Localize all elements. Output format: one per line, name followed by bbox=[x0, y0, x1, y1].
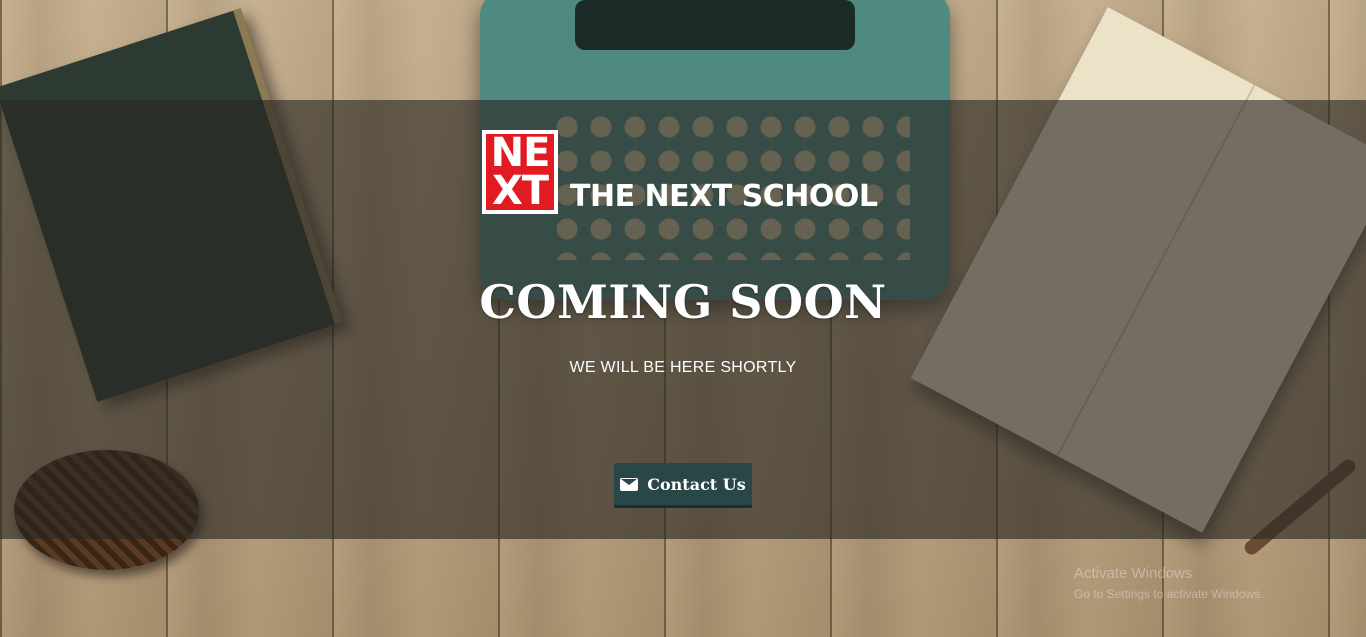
contact-us-button[interactable]: Contact Us bbox=[614, 463, 752, 508]
logo-mark-top: NE bbox=[490, 130, 551, 176]
logo-mark-bottom: XT bbox=[491, 168, 549, 214]
typewriter-roller bbox=[575, 0, 855, 50]
logo-mark: NE XT bbox=[482, 130, 558, 214]
brand-name: THE NEXT SCHOOL bbox=[570, 179, 878, 214]
hero-content: NE XT THE NEXT SCHOOL COMING SOON WE WIL… bbox=[0, 100, 1366, 539]
envelope-icon bbox=[620, 477, 639, 491]
contact-us-label: Contact Us bbox=[647, 474, 746, 494]
watermark-subtitle: Go to Settings to activate Windows. bbox=[1074, 587, 1264, 601]
page-title: COMING SOON bbox=[479, 275, 887, 329]
watermark-title: Activate Windows bbox=[1074, 565, 1193, 582]
page-subtitle: WE WILL BE HERE SHORTLY bbox=[569, 359, 797, 376]
windows-activation-watermark: Activate Windows Go to Settings to activ… bbox=[1074, 564, 1263, 604]
site-logo: NE XT THE NEXT SCHOOL bbox=[482, 130, 878, 214]
